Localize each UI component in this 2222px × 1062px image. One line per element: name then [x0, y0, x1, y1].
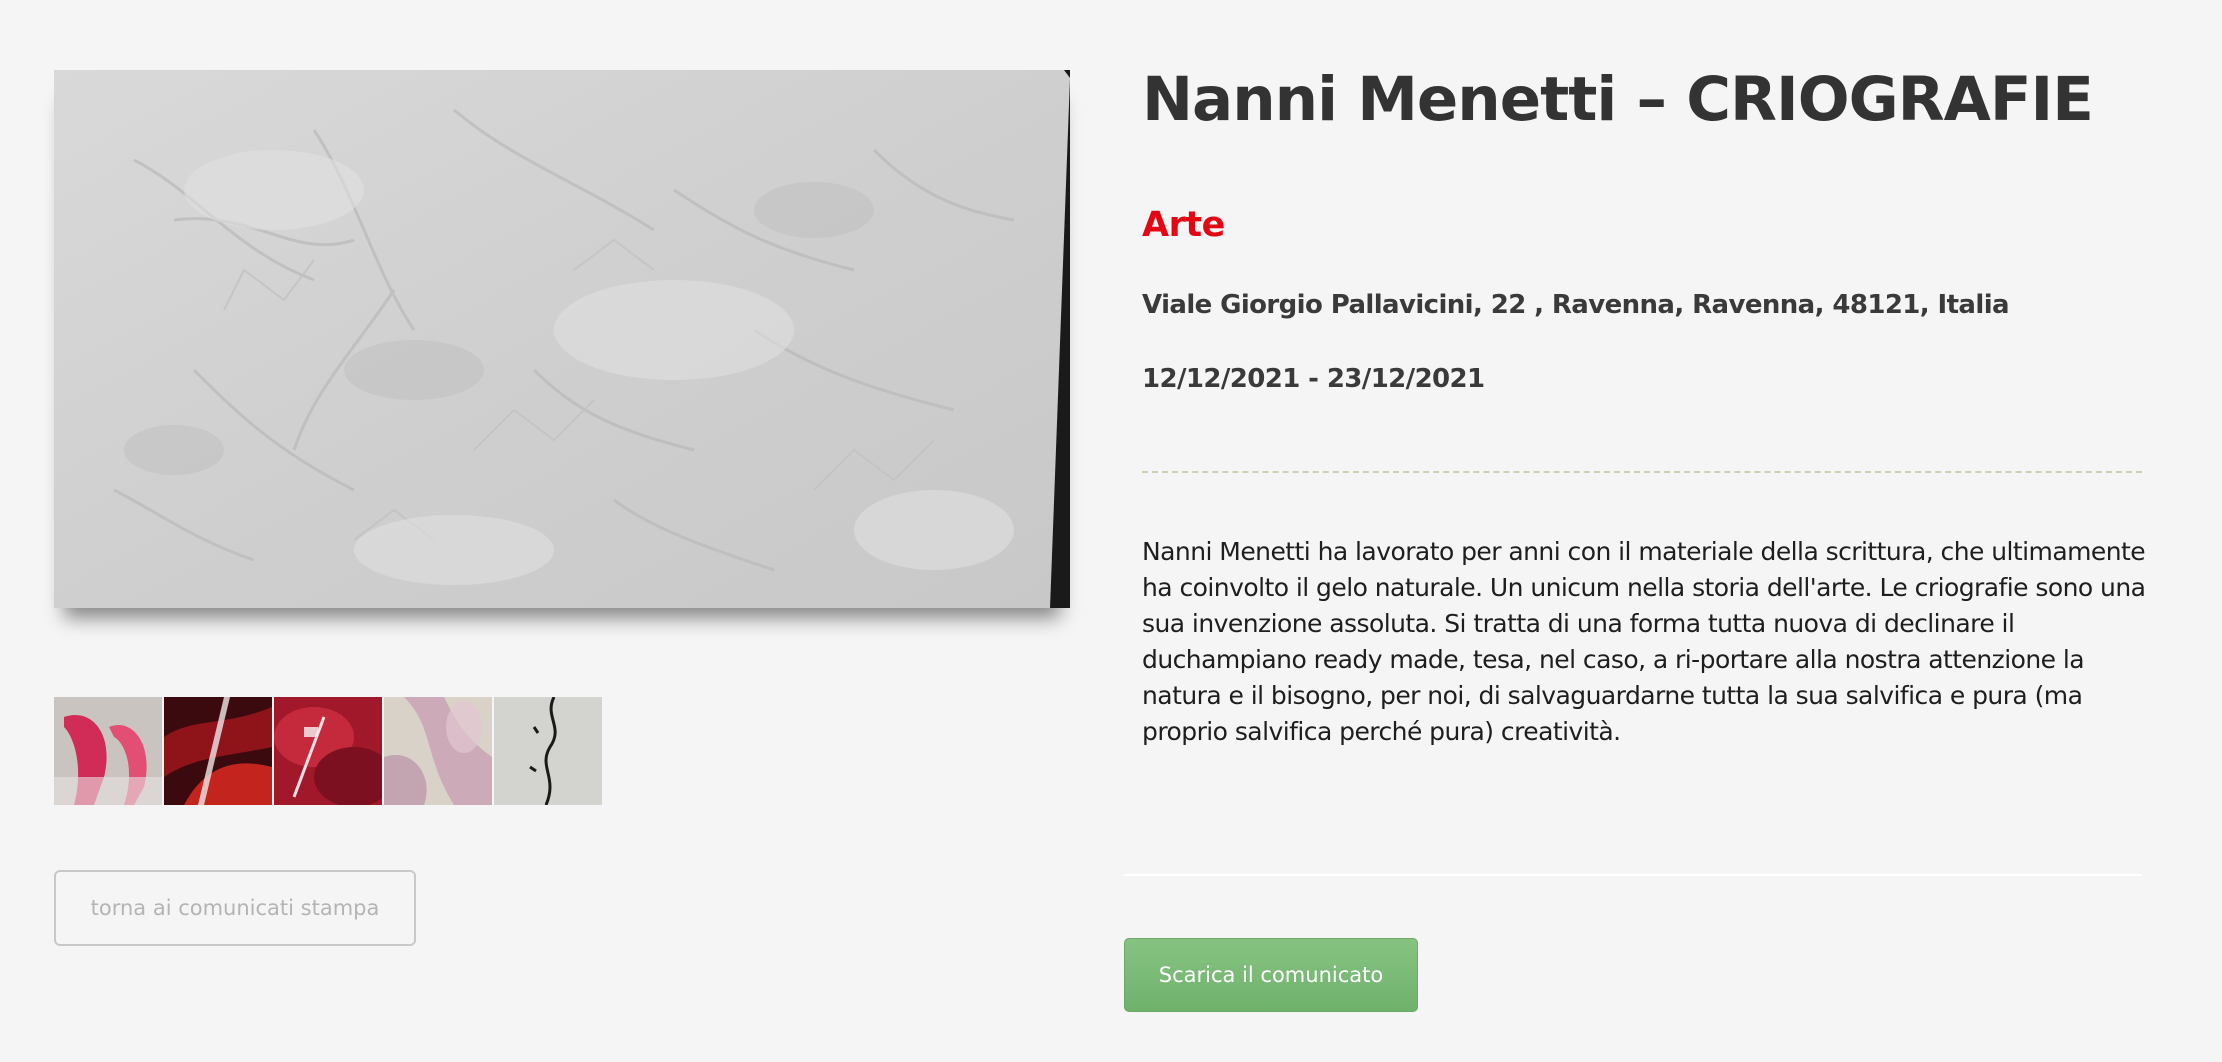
- thumbnail-red-curves[interactable]: [54, 697, 162, 805]
- solid-divider: [1124, 874, 2142, 876]
- event-address: Viale Giorgio Pallavicini, 22 , Ravenna,…: [1142, 290, 2010, 320]
- event-description: Nanni Menetti ha lavorato per anni con i…: [1142, 537, 2146, 746]
- thumbnail-strip: [54, 697, 604, 805]
- event-dates: 12/12/2021 - 23/12/2021: [1142, 364, 1485, 394]
- thumbnail-dark-red[interactable]: [164, 697, 272, 805]
- back-button-label: torna ai comunicati stampa: [90, 896, 380, 920]
- thumbnail-grey-lines[interactable]: [494, 697, 602, 805]
- dashed-divider: [1142, 471, 2142, 473]
- main-artwork-image[interactable]: [54, 70, 1070, 608]
- event-category[interactable]: Arte: [1142, 205, 1225, 245]
- download-press-release-button[interactable]: Scarica il comunicato: [1124, 938, 1418, 1012]
- back-to-press-releases-button[interactable]: torna ai comunicati stampa: [54, 870, 416, 946]
- download-button-label: Scarica il comunicato: [1158, 963, 1384, 987]
- press-release-page: torna ai comunicati stampa Nanni Menetti…: [0, 0, 2222, 1062]
- event-title: Nanni Menetti – CRIOGRAFIE: [1142, 64, 2094, 135]
- thumbnail-pink-pastel[interactable]: [384, 697, 492, 805]
- thumbnail-red-abstract[interactable]: [274, 697, 382, 805]
